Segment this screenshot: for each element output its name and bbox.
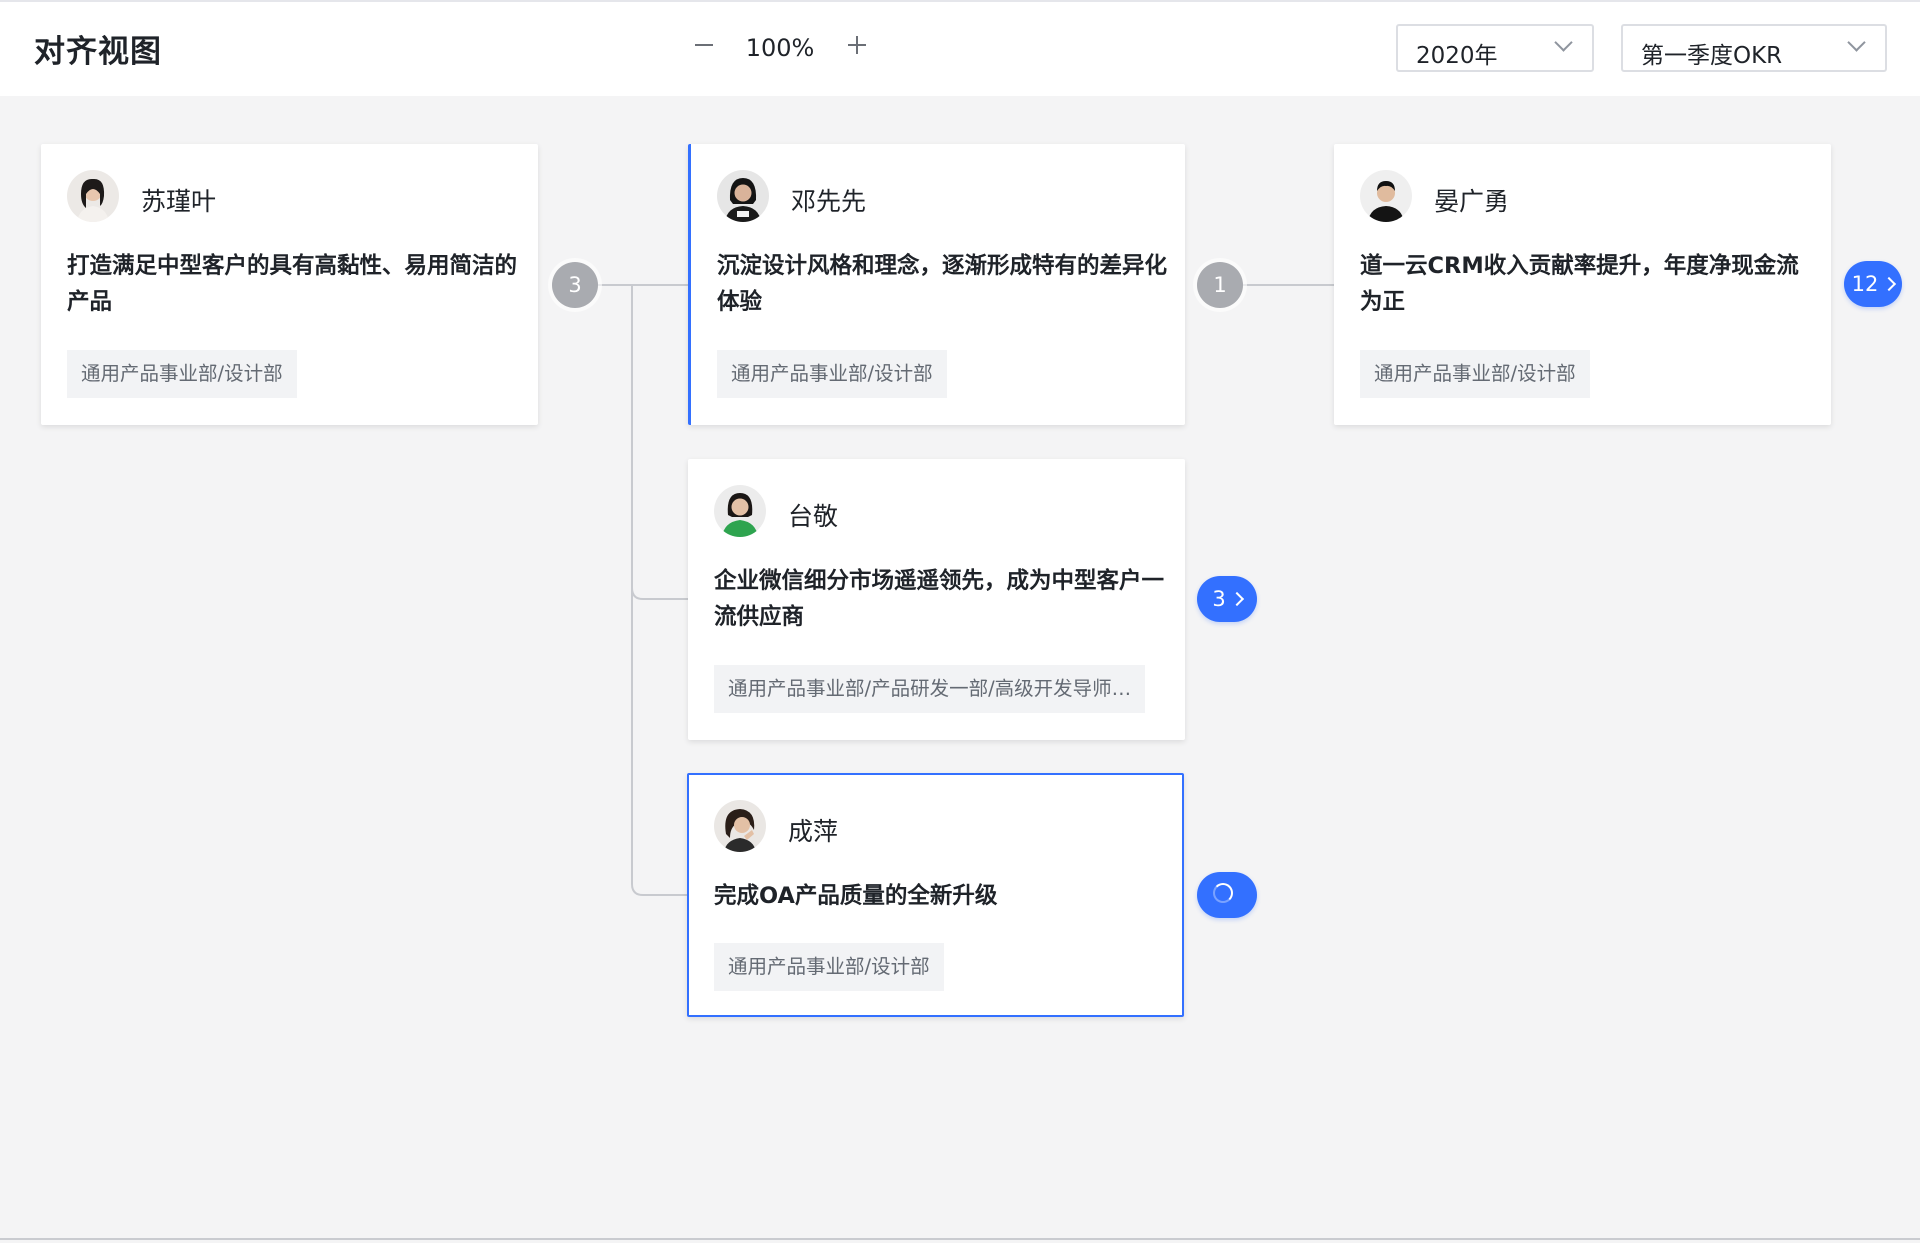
owner-name: 苏瑾叶 xyxy=(141,187,217,216)
department-tag: 通用产品事业部/设计部 xyxy=(717,350,947,398)
expand-children-button[interactable]: 12 xyxy=(1844,261,1902,307)
okr-card[interactable]: 苏瑾叶 打造满足中型客户的具有高黏性、易用简洁的产品 通用产品事业部/设计部 xyxy=(41,144,538,425)
expand-count: 3 xyxy=(1212,587,1226,611)
avatar xyxy=(717,170,769,222)
loading-button[interactable] xyxy=(1197,872,1257,918)
chevron-right-icon xyxy=(1229,591,1244,607)
child-count-badge[interactable]: 1 xyxy=(1197,262,1243,308)
expand-count: 12 xyxy=(1851,272,1879,296)
objective-text: 完成OA产品质量的全新升级 xyxy=(714,883,998,909)
department-tag: 通用产品事业部/设计部 xyxy=(1360,350,1590,398)
avatar xyxy=(714,800,766,852)
owner-name: 成萍 xyxy=(788,817,839,846)
divider xyxy=(0,1238,1920,1240)
department-tag: 通用产品事业部/设计部 xyxy=(67,350,297,398)
objective-text: 沉淀设计风格和理念，逐渐形成特有的差异化体验 xyxy=(717,253,1168,315)
okr-card-selected[interactable]: 成萍 完成OA产品质量的全新升级 通用产品事业部/设计部 xyxy=(687,773,1184,1017)
okr-card[interactable]: 晏广勇 道一云CRM收入贡献率提升，年度净现金流为正 通用产品事业部/设计部 xyxy=(1334,144,1831,425)
owner-name: 台敬 xyxy=(788,502,839,531)
child-count-badge[interactable]: 3 xyxy=(552,262,598,308)
department-tag: 通用产品事业部/产品研发一部/高级开发导师… xyxy=(714,665,1146,713)
avatar xyxy=(1360,170,1412,222)
objective-text: 打造满足中型客户的具有高黏性、易用简洁的产品 xyxy=(67,253,518,315)
okr-card[interactable]: 台敬 企业微信细分市场遥遥领先，成为中型客户一流供应商 通用产品事业部/产品研发… xyxy=(688,459,1185,740)
avatar xyxy=(67,170,119,222)
owner-name: 晏广勇 xyxy=(1434,187,1510,216)
loading-spinner-icon xyxy=(1213,883,1233,903)
department-tag: 通用产品事业部/设计部 xyxy=(714,943,944,991)
owner-name: 邓先先 xyxy=(791,187,867,216)
objective-text: 道一云CRM收入贡献率提升，年度净现金流为正 xyxy=(1360,253,1799,315)
okr-card[interactable]: 邓先先 沉淀设计风格和理念，逐渐形成特有的差异化体验 通用产品事业部/设计部 xyxy=(688,144,1185,425)
expand-children-button[interactable]: 3 xyxy=(1197,576,1257,622)
objective-text: 企业微信细分市场遥遥领先，成为中型客户一流供应商 xyxy=(714,568,1165,630)
chevron-right-icon xyxy=(1882,276,1897,292)
avatar xyxy=(714,485,766,537)
